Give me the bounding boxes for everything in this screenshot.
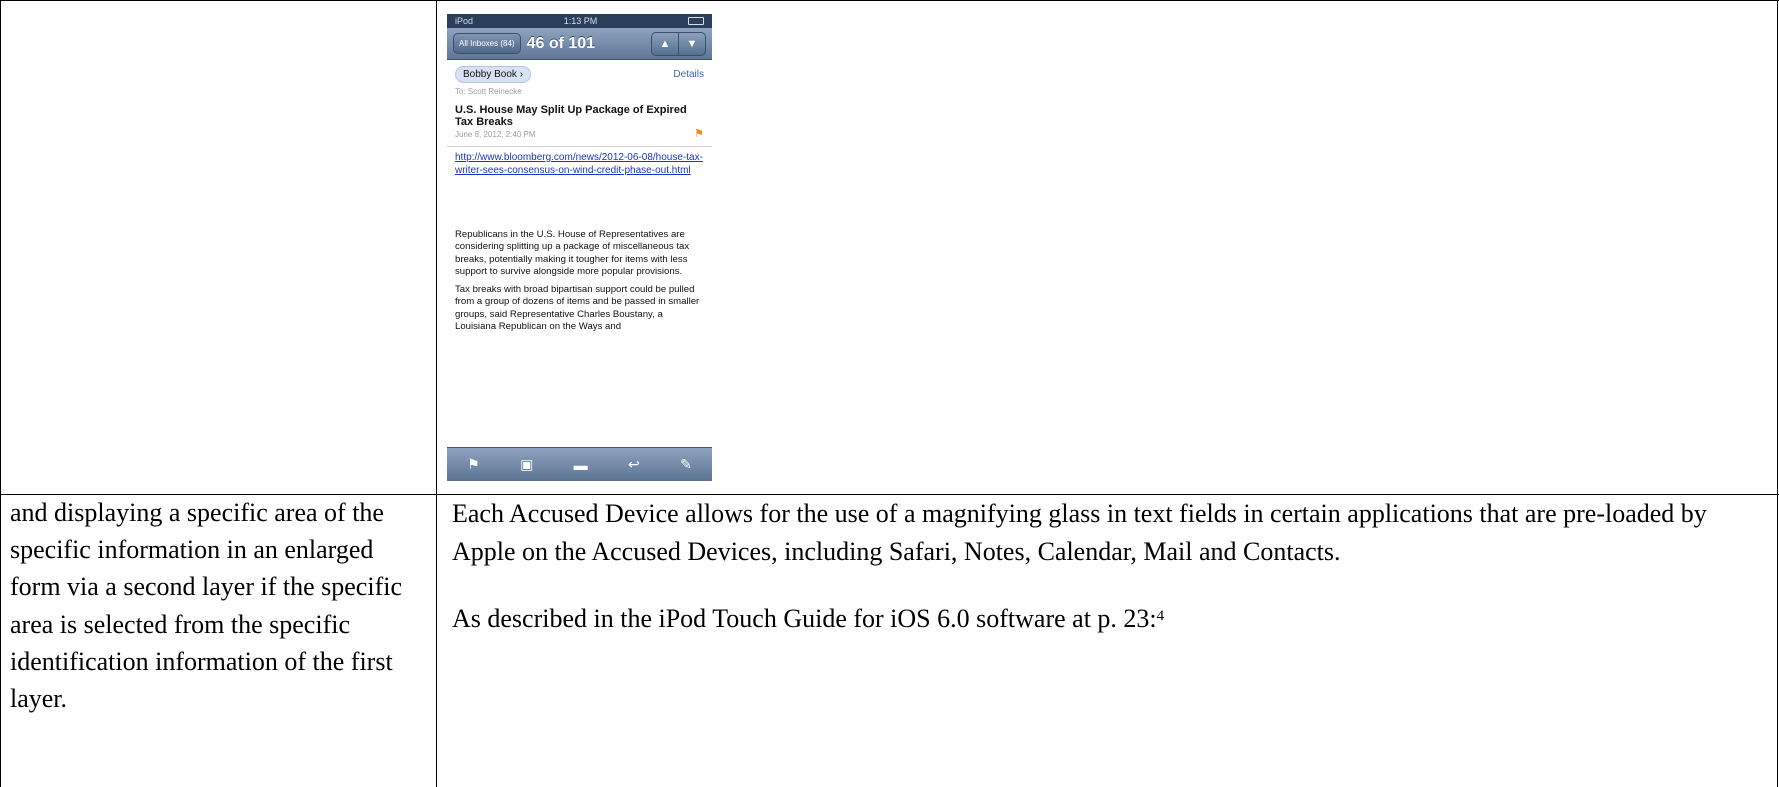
triangle-up-icon: ▲ (659, 37, 671, 50)
sender-name: Bobby Book (463, 69, 517, 80)
message-stepper: ▲ ▼ (651, 31, 706, 56)
claim-element-text: and displaying a specific area of the sp… (10, 498, 402, 714)
message-counter: 46 of 101 (526, 34, 596, 52)
citation-text: As described in the iPod Touch Guide for… (452, 604, 1157, 633)
table-border-top (0, 0, 1779, 1)
details-link[interactable]: Details (673, 68, 704, 81)
flag-icon[interactable]: ⚑ (467, 456, 480, 473)
recipient-line: To: Scott Reinecke (455, 87, 522, 96)
archive-icon[interactable]: ▬ (574, 457, 588, 473)
column-divider (436, 0, 437, 787)
footnote-reference[interactable]: 4 (1157, 608, 1165, 624)
triangle-down-icon: ▼ (686, 37, 698, 50)
message-date: June 8, 2012, 2:40 PM (455, 130, 536, 139)
infringement-description: Each Accused Device allows for the use o… (452, 495, 1772, 638)
compose-icon[interactable]: ✎ (680, 456, 692, 473)
mail-screenshot: iPod 1:13 PM All Inboxes (84) 46 of 101 … (447, 14, 712, 481)
carrier-label: iPod (455, 16, 474, 26)
previous-message-button[interactable]: ▲ (651, 31, 679, 56)
table-border-left (0, 0, 1, 787)
next-message-button[interactable]: ▼ (679, 31, 706, 56)
chevron-right-icon: › (519, 69, 524, 80)
clock: 1:13 PM (563, 16, 598, 26)
message-subject: U.S. House May Split Up Package of Expir… (455, 104, 687, 128)
description-paragraph: Each Accused Device allows for the use o… (452, 499, 1707, 566)
article-link[interactable]: http://www.bloomberg.com/news/2012-06-08… (455, 151, 704, 177)
mail-nav-bar: All Inboxes (84) 46 of 101 ▲ ▼ (447, 28, 712, 60)
body-paragraph: Tax breaks with broad bipartisan support… (455, 284, 700, 333)
all-inboxes-button[interactable]: All Inboxes (84) (453, 33, 521, 54)
body-paragraph: Republicans in the U.S. House of Represe… (455, 229, 690, 277)
sender-chip[interactable]: Bobby Book › (455, 66, 532, 83)
flag-icon: ⚑ (694, 128, 704, 140)
message-view: Bobby Book › Details To: Scott Reinecke … (447, 60, 712, 333)
status-bar: iPod 1:13 PM (447, 14, 712, 28)
message-body: Republicans in the U.S. House of Represe… (455, 229, 704, 333)
move-folder-icon[interactable]: ▣ (520, 456, 533, 473)
mail-toolbar: ⚑ ▣ ▬ ↩ ✎ (447, 447, 712, 481)
description-paragraph-citation: As described in the iPod Touch Guide for… (452, 600, 1772, 638)
table-border-right (1777, 0, 1778, 787)
battery-icon (687, 17, 704, 25)
header-divider (447, 146, 712, 147)
reply-icon[interactable]: ↩ (628, 456, 640, 473)
